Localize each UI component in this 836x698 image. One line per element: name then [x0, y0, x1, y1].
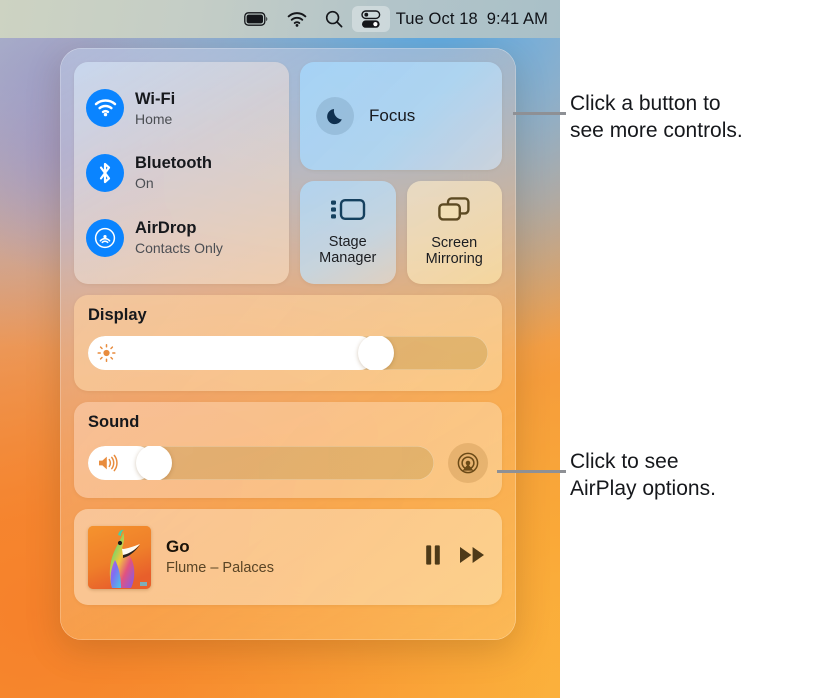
sound-volume-slider[interactable] [88, 446, 434, 480]
fast-forward-icon[interactable] [459, 545, 486, 570]
airplay-button[interactable] [448, 443, 488, 483]
screen-mirroring-icon [437, 196, 471, 228]
airdrop-status: Contacts Only [135, 240, 223, 257]
pause-icon[interactable] [424, 544, 442, 571]
stage-manager-button[interactable]: Stage Manager [300, 181, 396, 284]
display-slider-thumb[interactable] [358, 336, 394, 370]
menu-bar-clock[interactable]: Tue Oct 18 9:41 AM [390, 10, 548, 29]
wifi-label: Wi-Fi [135, 89, 176, 108]
bluetooth-icon [86, 153, 124, 192]
stage-manager-label: Stage Manager [319, 233, 377, 266]
menu-bar-date: Tue Oct 18 [395, 9, 478, 28]
wifi-icon[interactable] [278, 6, 316, 32]
battery-icon[interactable] [235, 6, 278, 32]
now-playing-module: Go Flume – Palaces [74, 509, 502, 605]
airdrop-label: AirDrop [135, 218, 197, 237]
display-slider-fill [88, 336, 376, 370]
focus-label: Focus [369, 106, 416, 125]
callout-airplay-options: Click to see AirPlay options. [570, 450, 716, 501]
moon-icon [316, 97, 354, 135]
desktop: Tue Oct 18 9:41 AM Wi-Fi Home Bluetooth … [0, 0, 560, 698]
connectivity-module: Wi-Fi Home Bluetooth On AirDrop Contacts… [74, 62, 289, 284]
callout-more-controls: Click a button to see more controls. [570, 92, 743, 143]
spotlight-search-icon[interactable] [316, 6, 352, 32]
airdrop-control[interactable]: AirDrop Contacts Only [86, 218, 277, 257]
focus-button[interactable]: Focus [300, 62, 502, 170]
track-title: Go [166, 536, 190, 556]
display-title: Display [88, 306, 147, 324]
media-controls [424, 544, 486, 571]
brightness-icon [97, 343, 116, 363]
sound-slider-thumb[interactable] [135, 446, 172, 480]
screen-mirroring-label: Screen Mirroring [425, 234, 483, 267]
menu-bar-time: 9:41 AM [486, 9, 548, 28]
bluetooth-control[interactable]: Bluetooth On [86, 153, 277, 192]
display-brightness-slider[interactable] [88, 336, 488, 370]
control-center-right-stack: Focus Stage Manager Screen Mirroring [300, 62, 502, 284]
menu-bar: Tue Oct 18 9:41 AM [0, 0, 560, 38]
control-center-icon[interactable] [351, 6, 390, 32]
callout-leader-line-1 [513, 112, 566, 115]
display-module: Display [74, 295, 502, 391]
stage-manager-icon [329, 197, 367, 227]
wifi-icon [86, 89, 124, 128]
track-artist-album: Flume – Palaces [166, 560, 274, 576]
album-art[interactable] [88, 525, 151, 589]
callout-leader-line-2 [497, 470, 566, 473]
control-center-tile-row: Stage Manager Screen Mirroring [300, 181, 502, 284]
control-center-panel: Wi-Fi Home Bluetooth On AirDrop Contacts… [60, 48, 516, 640]
bluetooth-status: On [135, 175, 154, 192]
screen-mirroring-button[interactable]: Screen Mirroring [406, 181, 502, 284]
wifi-status: Home [135, 110, 173, 127]
control-center-top-row: Wi-Fi Home Bluetooth On AirDrop Contacts… [74, 62, 502, 284]
airdrop-icon [86, 218, 124, 257]
sound-module: Sound [74, 402, 502, 498]
bluetooth-label: Bluetooth [135, 154, 212, 173]
wifi-control[interactable]: Wi-Fi Home [86, 89, 277, 128]
volume-icon [97, 454, 119, 472]
sound-title: Sound [88, 413, 140, 431]
